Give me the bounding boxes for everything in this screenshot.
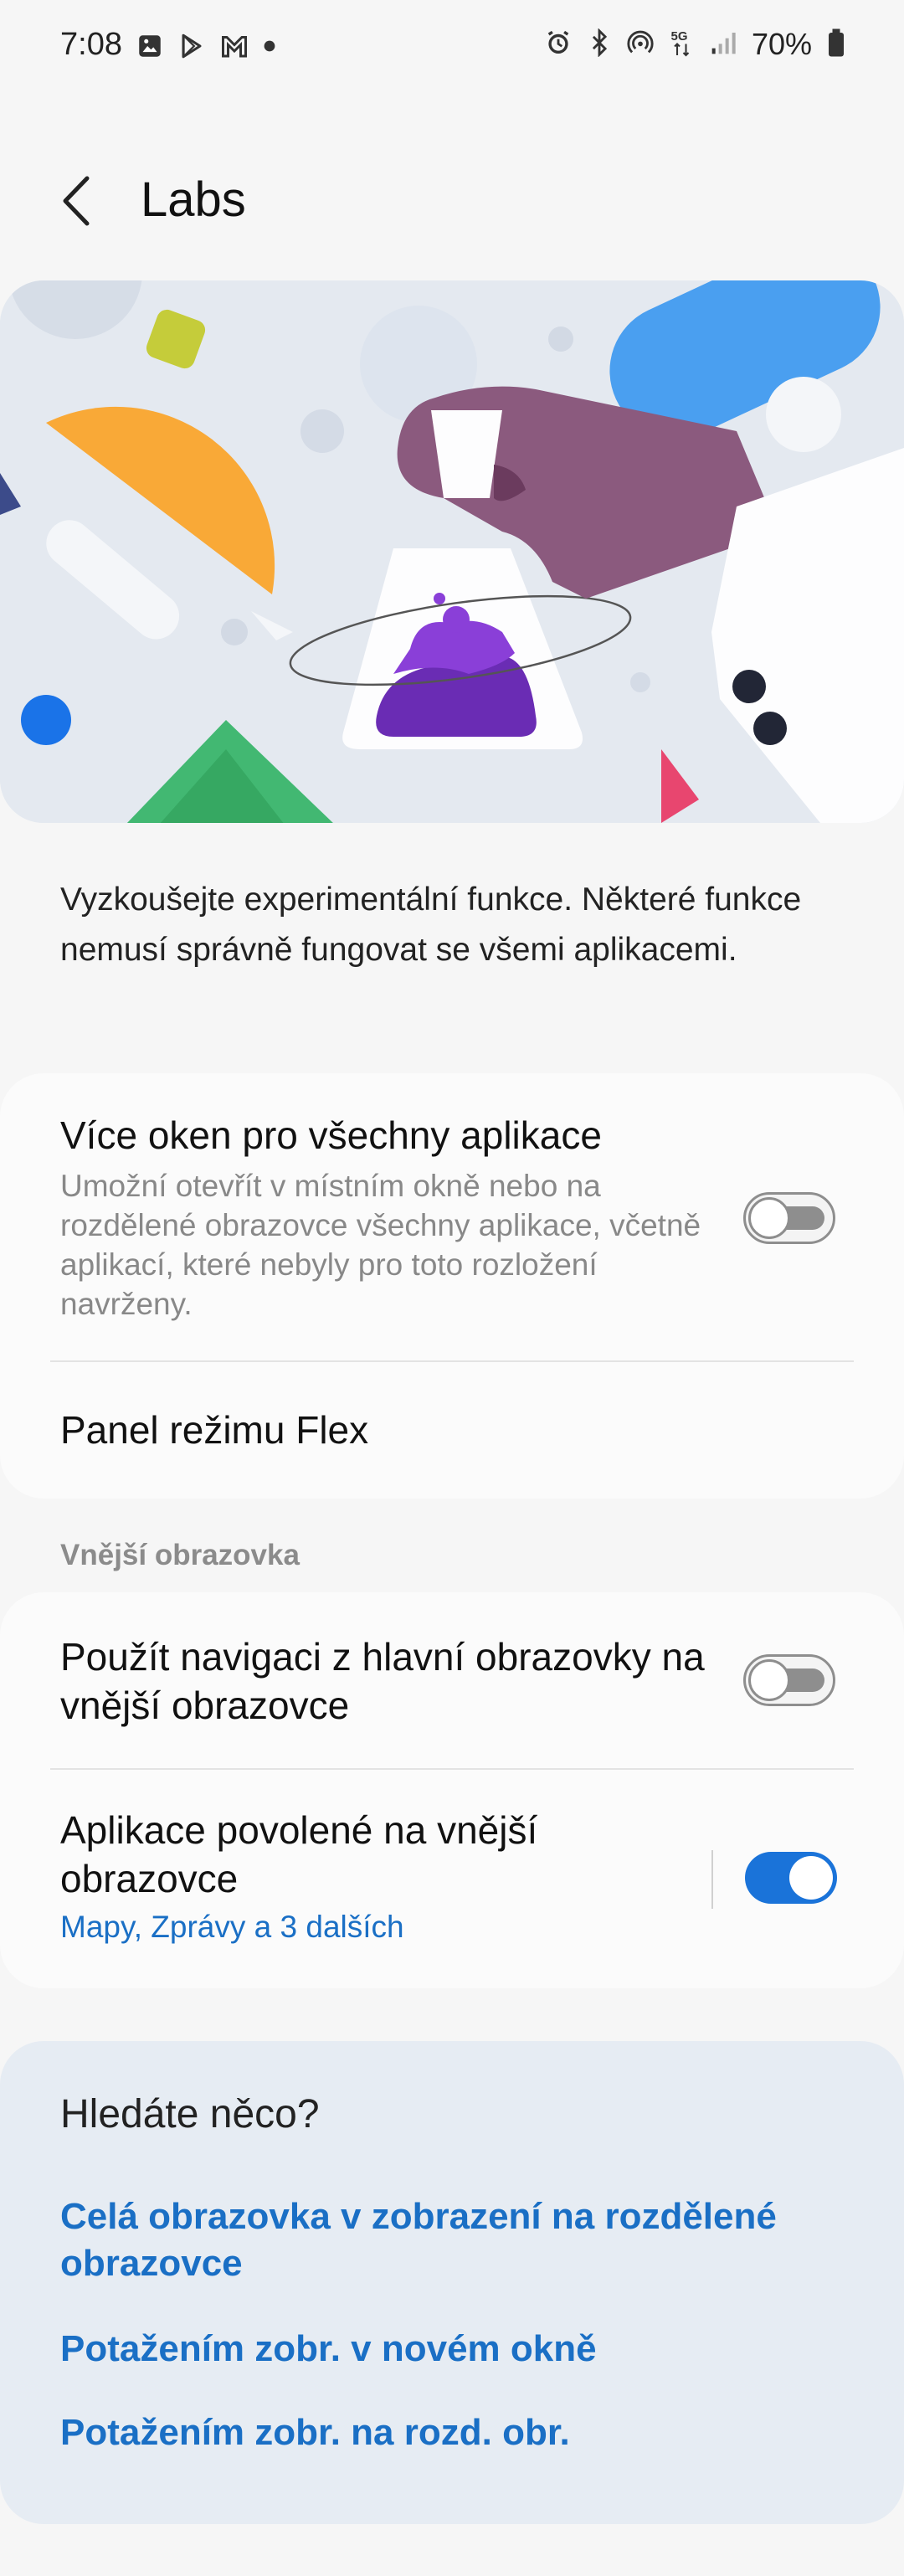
cover-navigation-item[interactable]: Použít navigaci z hlavní obrazovky na vn… <box>60 1632 722 1730</box>
back-button[interactable] <box>52 167 102 234</box>
cover-navigation-toggle[interactable] <box>743 1654 835 1706</box>
gallery-icon <box>136 32 164 64</box>
multiwindow-toggle[interactable] <box>743 1192 835 1244</box>
cover-apps-allowed-title: Aplikace povolené na vnější obrazovce <box>60 1808 538 1900</box>
suggestion-link[interactable]: Potažením zobr. na rozd. obr. <box>60 2409 847 2456</box>
suggestion-link[interactable]: Celá obrazovka v zobrazení na rozdělené … <box>60 2193 847 2287</box>
notification-icons <box>136 32 276 64</box>
cover-apps-allowed-toggle[interactable] <box>745 1852 837 1904</box>
hotspot-icon <box>626 28 655 61</box>
gmail-icon <box>219 32 249 64</box>
divider <box>50 1768 854 1770</box>
signal-icon <box>710 28 737 61</box>
multiwindow-card: Více oken pro všechny aplikace Umožní ot… <box>0 1073 904 1499</box>
multiwindow-all-apps-item[interactable]: Více oken pro všechny aplikace Umožní ot… <box>60 1111 722 1324</box>
bluetooth-icon <box>588 27 611 61</box>
cover-navigation-title: Použít navigaci z hlavní obrazovky na vn… <box>60 1635 705 1727</box>
flex-mode-panel-item[interactable]: Panel režimu Flex <box>60 1406 368 1454</box>
looking-for-something-card: Hledáte něco? Celá obrazovka v zobrazení… <box>0 2041 904 2524</box>
network-5g-icon: 5G <box>670 28 695 62</box>
looking-for-title: Hledáte něco? <box>60 2092 320 2136</box>
cover-apps-allowed-item[interactable]: Aplikace povolené na vnější obrazovce Ma… <box>60 1806 663 1945</box>
cover-apps-allowed-summary: Mapy, Zprávy a 3 dalších <box>60 1910 404 1944</box>
multiwindow-title: Více oken pro všechny aplikace <box>60 1113 602 1157</box>
svg-text:5G: 5G <box>670 29 687 44</box>
status-time: 7:08 <box>60 27 122 62</box>
battery-percent: 70% <box>751 27 812 61</box>
back-arrow-icon <box>63 176 90 226</box>
vertical-divider <box>711 1850 713 1909</box>
divider <box>50 1360 854 1362</box>
status-bar: 7:08 5G 70% <box>0 0 904 97</box>
page-title: Labs <box>141 172 246 227</box>
section-label-cover-screen: Vnější obrazovka <box>60 1539 300 1571</box>
battery-icon <box>827 28 845 62</box>
labs-banner-illustration <box>0 280 904 823</box>
cover-screen-card: Použít navigaci z hlavní obrazovky na vn… <box>0 1592 904 1988</box>
suggestion-link[interactable]: Potažením zobr. v novém okně <box>60 2326 847 2373</box>
alarm-icon <box>544 28 573 61</box>
multiwindow-subtitle: Umožní otevřít v místním okně nebo na ro… <box>60 1169 701 1321</box>
more-notifications-dot-icon <box>263 39 276 57</box>
flex-mode-panel-title: Panel režimu Flex <box>60 1408 369 1452</box>
labs-description: Vyzkoušejte experimentální funkce. Někte… <box>60 882 802 968</box>
play-store-icon <box>177 32 206 64</box>
